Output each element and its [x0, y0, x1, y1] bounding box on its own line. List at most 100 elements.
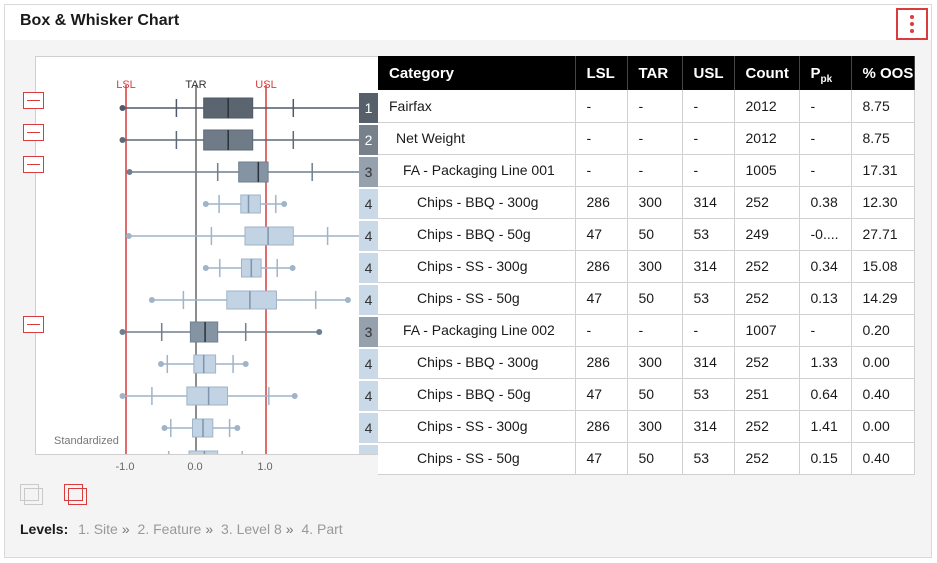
scale-label: Standardized: [54, 435, 119, 447]
level-badge-label: 4: [365, 260, 373, 276]
expand-all-icon[interactable]: [20, 484, 43, 505]
level-link-2[interactable]: 2. Feature: [138, 521, 202, 537]
cell-category: Chips - SS - 50g: [378, 282, 576, 315]
level-badge-label: 3: [365, 324, 373, 340]
header-lsl[interactable]: LSL: [575, 56, 628, 90]
cell-oos: 0.00: [851, 346, 915, 379]
table-row[interactable]: Fairfax - - -2012-8.75: [378, 90, 915, 123]
cell-count: 249: [734, 218, 800, 251]
min-point: [119, 393, 126, 399]
level-badge-label: 3: [365, 164, 373, 180]
table-row[interactable]: Chips - SS - 300g 286 300 314 252 0.34 15.08: [378, 250, 915, 283]
level-badge-label: 4: [365, 452, 373, 455]
max-point: [281, 201, 288, 207]
header-tar[interactable]: TAR: [627, 56, 683, 90]
cell-count: 1007: [734, 314, 800, 347]
cell-lsl: -: [575, 90, 628, 123]
cell-category: Chips - BBQ - 50g: [378, 218, 576, 251]
cell-lsl: -: [575, 314, 628, 347]
collapse-fairfax-button[interactable]: [23, 92, 44, 109]
header-ppk[interactable]: Ppk: [799, 56, 852, 90]
more-options-button[interactable]: [896, 8, 928, 40]
cell-tar: 300: [627, 186, 683, 219]
header-count[interactable]: Count: [734, 56, 800, 90]
cell-category: Chips - BBQ - 300g: [378, 186, 576, 219]
ppk-main: P: [810, 64, 821, 82]
table-row[interactable]: Chips - BBQ - 300g 286 300 314 252 0.38 12.30: [378, 186, 915, 219]
table-row[interactable]: Chips - BBQ - 50g 47 50 53 249 -0.... 27.71: [378, 218, 915, 251]
cell-oos: 14.29: [851, 282, 915, 315]
card-header: Box & Whisker Chart: [5, 5, 931, 40]
cell-category: Chips - BBQ - 300g: [378, 346, 576, 379]
cell-category: FA - Packaging Line 002: [378, 314, 576, 347]
cell-ppk: 0.34: [799, 250, 852, 283]
table-row[interactable]: Chips - BBQ - 50g 47 50 53 251 0.64 0.40: [378, 378, 915, 411]
min-point: [125, 233, 132, 239]
min-point: [161, 425, 168, 431]
cell-oos: 0.20: [851, 314, 915, 347]
cell-usl: 314: [682, 410, 735, 443]
collapse-line-001-button[interactable]: [23, 156, 44, 173]
level-badge-label: 4: [365, 292, 373, 308]
max-point: [289, 265, 296, 271]
cell-ppk: 0.38: [799, 186, 852, 219]
cell-count: 252: [734, 410, 800, 443]
table-row[interactable]: Chips - SS - 300g 286 300 314 252 1.41 0.00: [378, 410, 915, 443]
cell-oos: 15.08: [851, 250, 915, 283]
cell-count: 252: [734, 346, 800, 379]
header-usl[interactable]: USL: [682, 56, 735, 90]
min-point: [148, 297, 155, 303]
cell-usl: -: [682, 314, 735, 347]
max-point: [242, 361, 249, 367]
min-point: [119, 329, 126, 335]
cell-oos: 17.31: [851, 154, 915, 187]
cell-tar: -: [627, 154, 683, 187]
level-badge-label: 4: [365, 196, 373, 212]
cell-usl: 53: [682, 442, 735, 475]
collapse-net-weight-button[interactable]: [23, 124, 44, 141]
cell-tar: 300: [627, 410, 683, 443]
cell-oos: 8.75: [851, 90, 915, 123]
table-row[interactable]: FA - Packaging Line 001- - -1005-17.31: [378, 154, 915, 187]
table-row[interactable]: Chips - SS - 50g 47 50 53 252 0.13 14.29: [378, 282, 915, 315]
cell-lsl: 286: [575, 346, 628, 379]
cell-usl: 314: [682, 186, 735, 219]
card-title: Box & Whisker Chart: [20, 12, 180, 29]
min-point: [158, 361, 164, 367]
cell-usl: -: [682, 154, 735, 187]
iqr-box: [226, 290, 278, 310]
cell-count: 252: [734, 282, 800, 315]
collapse-line-002-button[interactable]: [23, 316, 44, 333]
table-row[interactable]: Net Weight - - -2012-8.75: [378, 122, 915, 155]
cell-tar: -: [627, 90, 683, 123]
level-link-3[interactable]: 3. Level 8: [221, 521, 282, 537]
collapse-all-icon[interactable]: [64, 484, 87, 505]
level-link-4[interactable]: 4. Part: [301, 521, 342, 537]
cell-lsl: 47: [575, 218, 628, 251]
cell-lsl: 47: [575, 378, 628, 411]
cell-ppk: -: [799, 90, 852, 123]
level-badge-label: 4: [365, 420, 373, 436]
level-link-1[interactable]: 1. Site: [78, 521, 118, 537]
table-row[interactable]: FA - Packaging Line 002- - -1007-0.20: [378, 314, 915, 347]
cell-tar: 50: [627, 282, 683, 315]
levels-label: Levels:: [20, 521, 69, 537]
cell-count: 2012: [734, 90, 800, 123]
more-options-icon: [910, 15, 914, 19]
more-options-icon-dot: [910, 22, 914, 26]
cell-usl: -: [682, 122, 735, 155]
cell-usl: 53: [682, 378, 735, 411]
cell-usl: 314: [682, 346, 735, 379]
table-row[interactable]: Chips - BBQ - 300g 286 300 314 252 1.33 0.00: [378, 346, 915, 379]
table-row[interactable]: Chips - SS - 50g 47 50 53 252 0.15 0.40: [378, 442, 915, 475]
header-category[interactable]: Category: [378, 56, 576, 90]
cell-category: FA - Packaging Line 001: [378, 154, 576, 187]
cell-count: 251: [734, 378, 800, 411]
levels-breadcrumb: Levels: 1. Site» 2. Feature» 3. Level 8»…: [20, 521, 343, 537]
reference-label-usl: USL: [255, 79, 276, 91]
x-tick-label: 0.0: [187, 461, 203, 473]
min-point: [126, 169, 133, 175]
stats-table: Category LSL TAR USL Count Ppk % OOS Fai…: [378, 56, 915, 475]
cell-tar: 50: [627, 218, 683, 251]
header-oos[interactable]: % OOS: [851, 56, 915, 90]
